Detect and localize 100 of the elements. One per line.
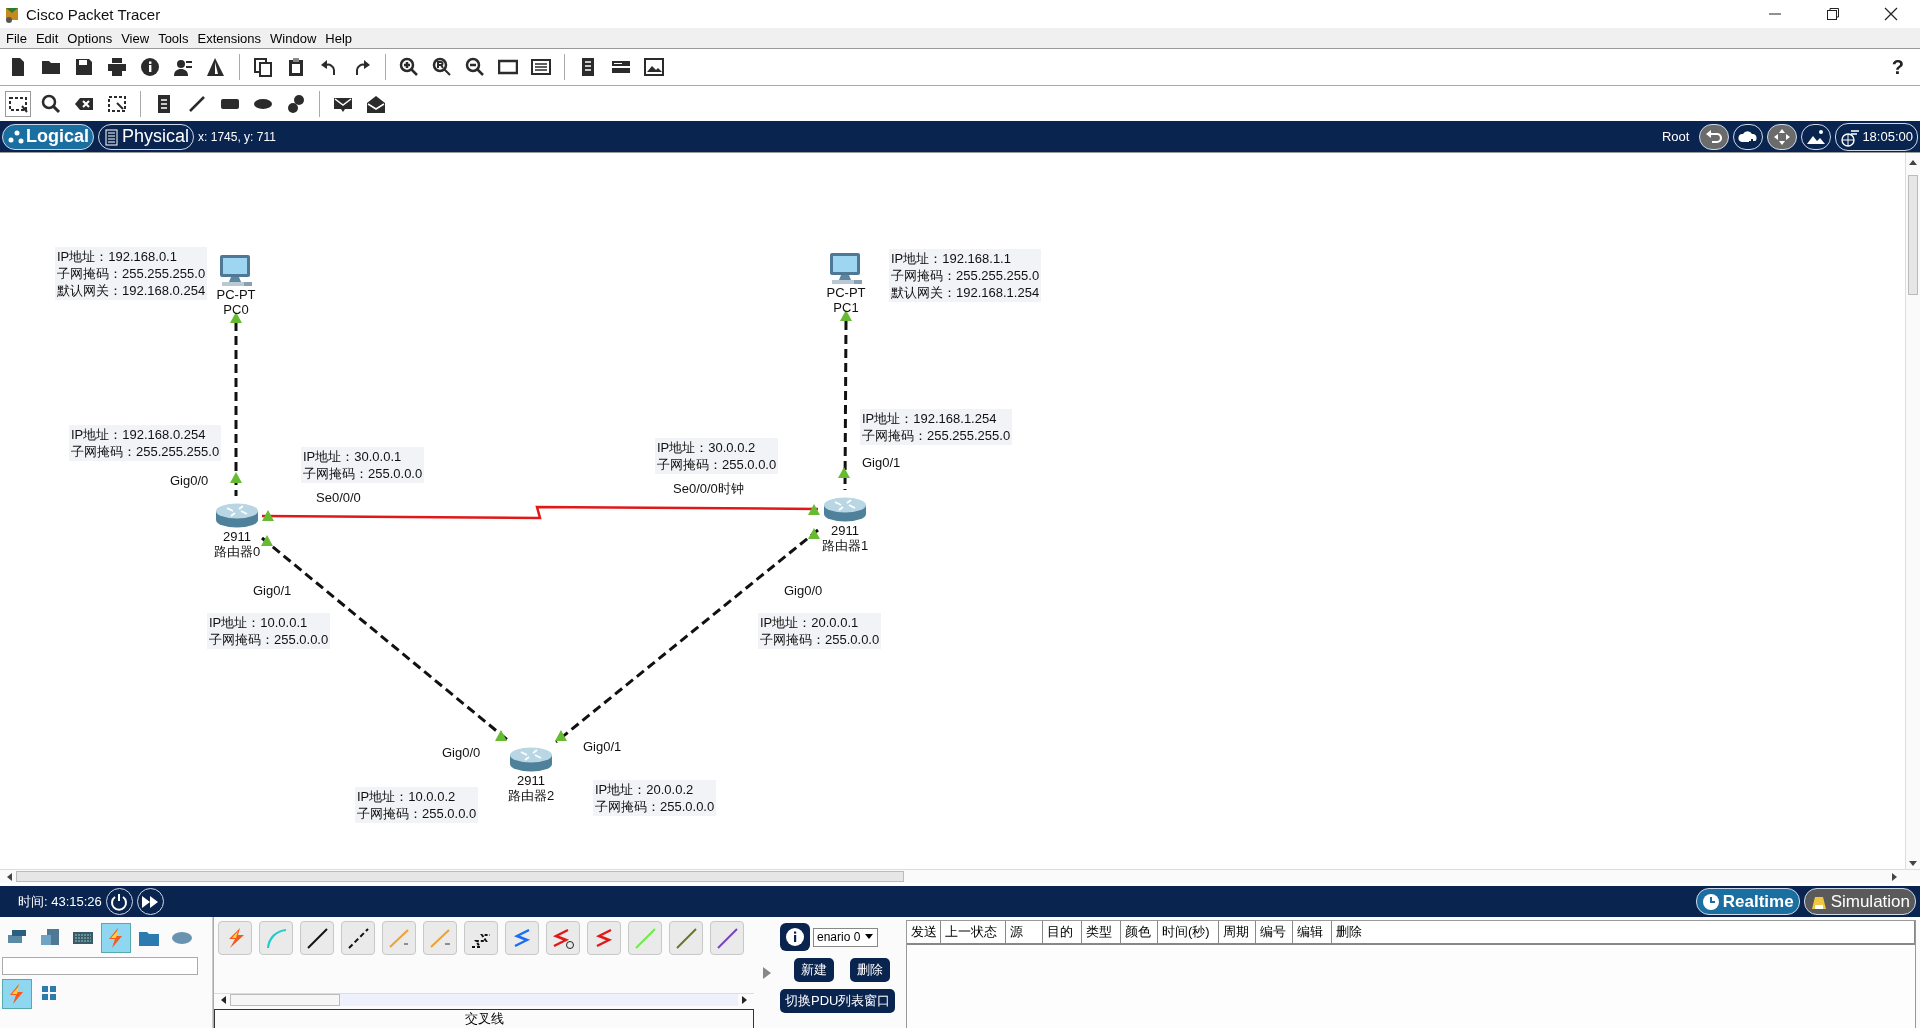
list-icon[interactable] — [531, 57, 551, 77]
device-search-field[interactable] — [2, 957, 198, 975]
workspace-tab[interactable]: Physical — [98, 123, 195, 150]
port-label: Gig0/1 — [862, 455, 901, 470]
port-label: Se0/0/0 — [316, 490, 361, 505]
column-header[interactable]: 删除 — [1332, 921, 1915, 943]
mode-tab[interactable]: Simulation — [1803, 888, 1916, 915]
router-icon[interactable] — [215, 501, 259, 529]
power-cycle-icon[interactable] — [110, 892, 129, 911]
column-header[interactable]: 上一状态 — [941, 921, 1006, 943]
zoom-in-icon[interactable] — [399, 57, 419, 77]
address-label: IP地址：10.0.0.1 — [209, 614, 309, 631]
resize-icon[interactable] — [107, 93, 127, 114]
column-header[interactable]: 发送 — [907, 921, 941, 943]
scrollbar-thumb[interactable] — [1908, 175, 1918, 295]
pdu-button[interactable]: 删除 — [850, 958, 890, 982]
workspace-tab[interactable]: Logical — [2, 123, 94, 150]
address-label: 子网掩码：255.255.255.0 — [891, 267, 1040, 284]
expand-arrow-icon[interactable] — [762, 966, 772, 980]
address-label: IP地址：20.0.0.1 — [760, 614, 860, 631]
address-label: 子网掩码：255.0.0.0 — [303, 465, 423, 482]
menu-item[interactable]: View — [121, 30, 157, 46]
mode-tab[interactable]: Realtime — [1695, 888, 1800, 915]
port-label: Se0/0/0时钟 — [673, 480, 744, 498]
clock-icon — [1701, 892, 1720, 911]
address-label: IP地址：192.168.1.254 — [862, 410, 998, 427]
window-title: Cisco Packet Tracer — [26, 5, 161, 23]
device-model: 2911 — [831, 523, 859, 538]
port-label: Gig0/0 — [784, 583, 823, 598]
address-label: IP地址：30.0.0.2 — [657, 439, 757, 456]
menu-item[interactable]: File — [6, 30, 34, 46]
zoom-reset-icon[interactable] — [432, 57, 452, 77]
device-name: 路由器0 — [213, 544, 261, 559]
select-icon[interactable] — [8, 93, 28, 114]
pdu-button[interactable]: 新建 — [794, 958, 834, 982]
address-label: IP地址：20.0.0.2 — [595, 781, 695, 798]
menu-item[interactable]: Window — [270, 30, 324, 46]
menu-item[interactable]: Tools — [158, 30, 196, 46]
address-label: 子网掩码：255.0.0.0 — [595, 798, 715, 815]
copy-icon[interactable] — [253, 57, 273, 77]
user-icon[interactable] — [173, 57, 193, 77]
column-header[interactable]: 类型 — [1082, 921, 1121, 943]
scrollbar-thumb[interactable] — [16, 871, 904, 882]
computer-icon[interactable] — [827, 251, 865, 285]
pyramid-icon[interactable] — [206, 57, 226, 77]
zoom-out-icon[interactable] — [465, 57, 485, 77]
address-label: IP地址：192.168.0.254 — [71, 426, 207, 443]
device-model: 2911 — [517, 773, 545, 788]
picture-frame-icon[interactable] — [644, 57, 664, 77]
port-label: Gig0/0 — [442, 745, 481, 760]
port-label: Gig0/0 — [170, 473, 209, 488]
column-header[interactable]: 颜色 — [1121, 921, 1158, 943]
window-icon[interactable] — [498, 57, 518, 77]
address-label: IP地址：10.0.0.2 — [357, 788, 457, 805]
printer-icon[interactable] — [107, 57, 127, 77]
column-header[interactable]: 周期 — [1219, 921, 1256, 943]
freeform-icon[interactable] — [286, 93, 306, 114]
help-button[interactable]: ? — [1891, 55, 1912, 79]
address-label: 子网掩码：255.0.0.0 — [657, 456, 777, 473]
restore-icon[interactable] — [1826, 7, 1840, 21]
scenario-dropdown[interactable]: enario 0 — [813, 927, 879, 947]
address-label: 默认网关：192.168.1.254 — [891, 284, 1040, 301]
toggle-pdu-list-button[interactable]: 切换PDU列表窗口 — [780, 989, 896, 1013]
info-icon[interactable] — [140, 57, 160, 77]
device-model: PC-PT — [826, 284, 866, 300]
router-icon[interactable] — [823, 495, 867, 523]
root-label: Root — [1661, 129, 1690, 144]
port-label: Gig0/1 — [253, 583, 292, 598]
floppy-icon[interactable] — [74, 57, 94, 77]
address-label: 子网掩码：255.0.0.0 — [357, 805, 477, 822]
clipboard-icon[interactable] — [286, 57, 306, 77]
address-label: 子网掩码：255.255.255.0 — [862, 427, 1011, 444]
close-icon[interactable] — [1884, 7, 1898, 21]
search-icon[interactable] — [41, 93, 61, 114]
port-label: Gig0/1 — [583, 739, 622, 754]
menu-item[interactable]: Options — [67, 30, 120, 46]
scrollbar-thumb[interactable] — [230, 994, 340, 1007]
info-icon — [785, 927, 805, 947]
computer-icon[interactable] — [217, 253, 255, 287]
device-model: 2911 — [223, 529, 251, 544]
address-label: IP地址：30.0.0.1 — [303, 448, 403, 465]
address-label: 子网掩码：255.0.0.0 — [209, 631, 329, 648]
device-name: PC1 — [833, 299, 859, 315]
open-envelope-icon[interactable] — [366, 93, 386, 114]
router-icon[interactable] — [509, 745, 553, 773]
address-label: 子网掩码：255.255.255.0 — [57, 265, 206, 282]
column-header[interactable]: 源 — [1006, 921, 1043, 943]
menu-item[interactable]: Help — [325, 30, 360, 46]
column-header[interactable]: 时间(秒) — [1158, 921, 1219, 943]
rack-icon — [103, 127, 120, 146]
address-label: 子网掩码：255.255.255.0 — [71, 443, 220, 460]
elapsed-time: 时间: 43:15:26 — [18, 892, 102, 911]
column-header[interactable]: 编辑 — [1293, 921, 1332, 943]
menu-item[interactable]: Extensions — [197, 30, 269, 46]
address-label: 子网掩码：255.0.0.0 — [760, 631, 880, 648]
column-header[interactable]: 目的 — [1043, 921, 1082, 943]
line-icon[interactable] — [187, 93, 207, 114]
menu-item[interactable]: Edit — [35, 30, 66, 46]
column-header[interactable]: 编号 — [1256, 921, 1293, 943]
device-name: 路由器2 — [507, 788, 555, 803]
